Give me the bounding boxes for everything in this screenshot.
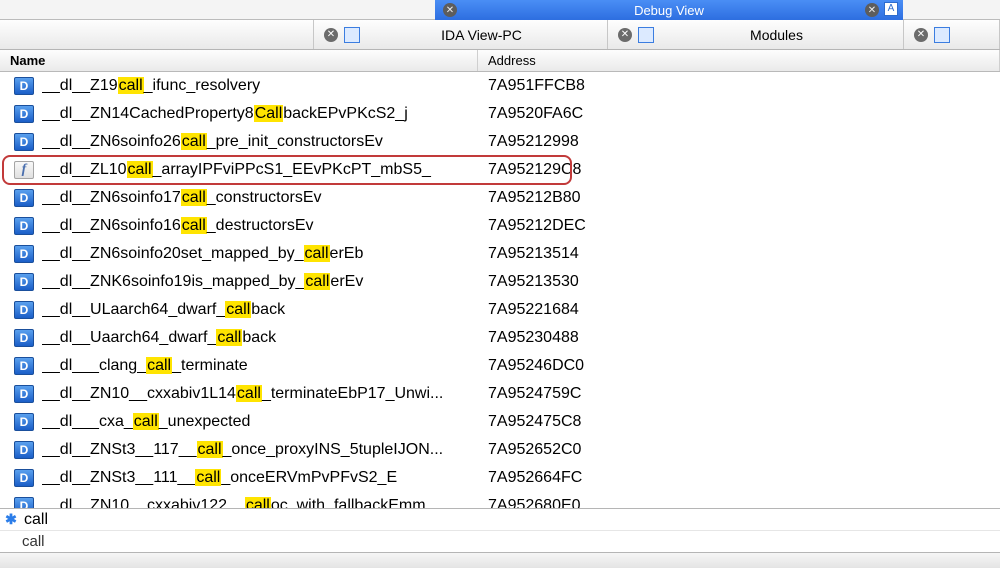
- symbol-address: 7A951FFCB8: [480, 77, 1000, 95]
- data-icon: D: [14, 469, 34, 487]
- symbol-name: __dl__ZN6soinfo17call_constructorsEv: [42, 189, 480, 207]
- close-icon[interactable]: ✕: [324, 28, 338, 42]
- data-icon: D: [14, 77, 34, 95]
- table-row[interactable]: D __dl__ULaarch64_dwarf_callback7A9522168…: [0, 296, 1000, 324]
- symbol-name: __dl__ZN10__cxxabiv122__calloc_with_fall…: [42, 497, 480, 508]
- tab-label: Modules: [660, 27, 893, 43]
- tab-extra[interactable]: ✕: [904, 20, 1000, 49]
- table-row[interactable]: D __dl__ZNSt3__117__call_once_proxyINS_5t…: [0, 436, 1000, 464]
- debug-view-title: Debug View: [634, 3, 704, 18]
- data-icon: D: [14, 497, 34, 508]
- symbol-address: 7A95212DEC: [480, 217, 1000, 235]
- symbol-address: 7A952680E0: [480, 497, 1000, 508]
- modules-icon: [638, 27, 654, 43]
- data-icon: D: [14, 189, 34, 207]
- table-row[interactable]: D __dl___cxa_call_unexpected7A952475C8: [0, 408, 1000, 436]
- table-row[interactable]: D __dl__ZN10__cxxabiv122__calloc_with_fal…: [0, 492, 1000, 508]
- symbol-name: __dl__ZL10call_arrayIPFviPPcS1_EEvPKcPT_…: [42, 161, 480, 179]
- table-row[interactable]: f __dl__ZL10call_arrayIPFviPPcS1_EEvPKcPT…: [0, 156, 1000, 184]
- table-row[interactable]: D __dl___clang_call_terminate7A95246DC0: [0, 352, 1000, 380]
- symbol-name: __dl__Uaarch64_dwarf_callback: [42, 329, 480, 347]
- symbol-address: 7A952475C8: [480, 413, 1000, 431]
- tab-modules[interactable]: ✕ Modules: [608, 20, 904, 49]
- data-icon: D: [14, 441, 34, 459]
- symbol-name: __dl__ZN14CachedProperty8CallbackEPvPKcS…: [42, 105, 480, 123]
- data-icon: D: [14, 217, 34, 235]
- table-row[interactable]: D __dl__Uaarch64_dwarf_callback7A95230488: [0, 324, 1000, 352]
- symbol-name: __dl__ZN6soinfo26call_pre_init_construct…: [42, 133, 480, 151]
- tab-ida-view[interactable]: ✕ IDA View-PC: [314, 20, 608, 49]
- view-icon: [934, 27, 950, 43]
- symbol-name: __dl__Z19call_ifunc_resolvery: [42, 77, 480, 95]
- symbol-address: 7A9520FA6C: [480, 105, 1000, 123]
- symbol-address: 7A95221684: [480, 301, 1000, 319]
- symbol-name: __dl__ZN10__cxxabiv1L14call_terminateEbP…: [42, 385, 480, 403]
- symbol-address: 7A952129C8: [480, 161, 1000, 179]
- data-icon: D: [14, 105, 34, 123]
- symbol-address: 7A95213514: [480, 245, 1000, 263]
- table-row[interactable]: D __dl__Z19call_ifunc_resolvery7A951FFCB8: [0, 72, 1000, 100]
- symbol-name: __dl__ZNSt3__117__call_once_proxyINS_5tu…: [42, 441, 480, 459]
- function-icon: f: [14, 161, 34, 179]
- data-icon: D: [14, 133, 34, 151]
- symbol-address: 7A95246DC0: [480, 357, 1000, 375]
- symbol-name: __dl__ZN6soinfo16call_destructorsEv: [42, 217, 480, 235]
- table-row[interactable]: D __dl__ZNSt3__111__call_onceERVmPvPFvS2_…: [0, 464, 1000, 492]
- symbol-name: __dl___clang_call_terminate: [42, 357, 480, 375]
- table-header: Name Address: [0, 50, 1000, 72]
- close-icon[interactable]: ✕: [865, 3, 879, 17]
- data-icon: D: [14, 413, 34, 431]
- symbol-list[interactable]: D __dl__Z19call_ifunc_resolvery7A951FFCB8…: [0, 72, 1000, 508]
- table-row[interactable]: D __dl__ZN6soinfo16call_destructorsEv7A95…: [0, 212, 1000, 240]
- symbol-address: 7A95213530: [480, 273, 1000, 291]
- tab-label: IDA View-PC: [366, 27, 597, 43]
- status-strip: [0, 552, 1000, 568]
- data-icon: D: [14, 357, 34, 375]
- filter-bar: ✱ call: [0, 508, 1000, 552]
- clear-filter-icon[interactable]: ✱: [4, 513, 18, 527]
- close-icon[interactable]: ✕: [618, 28, 632, 42]
- filter-input[interactable]: [24, 510, 1000, 530]
- symbol-address: 7A95212B80: [480, 189, 1000, 207]
- symbol-name: __dl__ZN6soinfo20set_mapped_by_callerEb: [42, 245, 480, 263]
- symbol-address: 7A9524759C: [480, 385, 1000, 403]
- symbol-address: 7A95212998: [480, 133, 1000, 151]
- symbol-address: 7A952664FC: [480, 469, 1000, 487]
- column-name[interactable]: Name: [0, 50, 478, 71]
- table-row[interactable]: D __dl__ZN6soinfo26call_pre_init_construc…: [0, 128, 1000, 156]
- symbol-name: __dl__ZNK6soinfo19is_mapped_by_callerEv: [42, 273, 480, 291]
- view-tabs: ✕ IDA View-PC ✕ Modules ✕: [0, 20, 1000, 50]
- symbol-name: __dl__ZNSt3__111__call_onceERVmPvPFvS2_E: [42, 469, 480, 487]
- data-icon: D: [14, 385, 34, 403]
- close-icon[interactable]: ✕: [914, 28, 928, 42]
- table-row[interactable]: D __dl__ZN10__cxxabiv1L14call_terminateEb…: [0, 380, 1000, 408]
- symbol-address: 7A952652C0: [480, 441, 1000, 459]
- table-row[interactable]: D __dl__ZN6soinfo20set_mapped_by_callerEb…: [0, 240, 1000, 268]
- debug-view-tab[interactable]: ✕ Debug View ✕ A: [435, 0, 903, 20]
- column-address[interactable]: Address: [478, 50, 1000, 71]
- close-icon[interactable]: ✕: [443, 3, 457, 17]
- symbol-name: __dl__ULaarch64_dwarf_callback: [42, 301, 480, 319]
- filter-hint: call: [0, 531, 1000, 552]
- data-icon: D: [14, 245, 34, 263]
- table-row[interactable]: D __dl__ZN14CachedProperty8CallbackEPvPKc…: [0, 100, 1000, 128]
- top-tabstrip: ✕ Debug View ✕ A: [0, 0, 1000, 20]
- view-icon: [344, 27, 360, 43]
- table-row[interactable]: D __dl__ZN6soinfo17call_constructorsEv7A9…: [0, 184, 1000, 212]
- table-row[interactable]: D __dl__ZNK6soinfo19is_mapped_by_callerEv…: [0, 268, 1000, 296]
- data-icon: D: [14, 301, 34, 319]
- symbol-address: 7A95230488: [480, 329, 1000, 347]
- data-icon: D: [14, 273, 34, 291]
- tabstrip-spacer: [0, 20, 314, 49]
- panel-icon[interactable]: A: [884, 2, 898, 16]
- data-icon: D: [14, 329, 34, 347]
- symbol-name: __dl___cxa_call_unexpected: [42, 413, 480, 431]
